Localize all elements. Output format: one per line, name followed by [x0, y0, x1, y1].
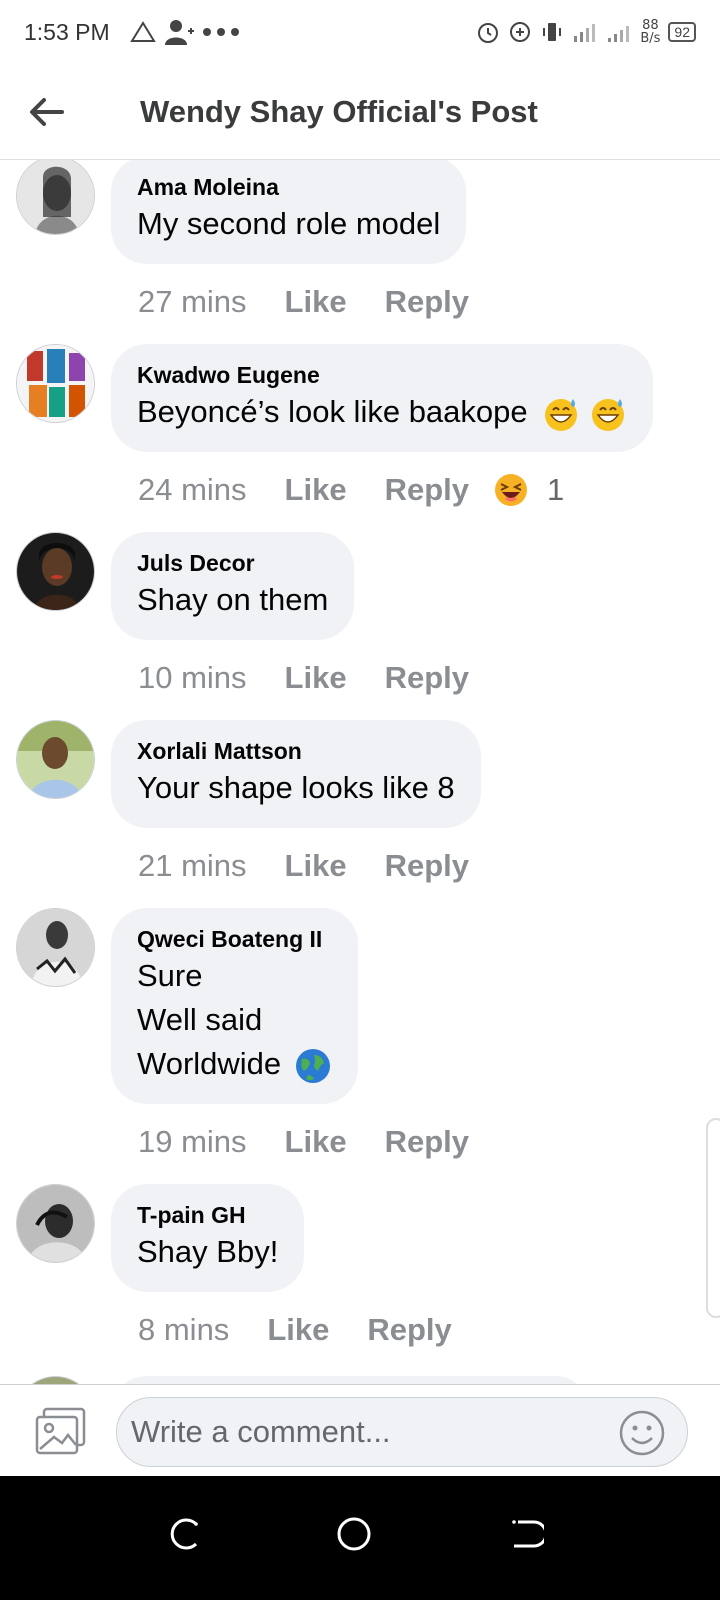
like-button[interactable]: Like [267, 1312, 329, 1348]
vibrate-icon [543, 23, 562, 41]
reply-button[interactable]: Reply [385, 472, 469, 508]
comment-composer [0, 1384, 720, 1476]
comment-bubble[interactable]: Xorlali Mattson Your shape looks like 8 [111, 720, 481, 828]
avatar[interactable] [16, 720, 95, 799]
haha-reaction-icon [495, 474, 527, 506]
comment-text: Sure [137, 958, 203, 993]
avatar[interactable] [16, 160, 95, 235]
comment-author[interactable]: T-pain GH [137, 1200, 278, 1230]
alert-triangle-icon [129, 21, 156, 42]
avatar[interactable] [16, 908, 95, 987]
comment-time[interactable]: 27 mins [138, 284, 247, 320]
network-speed-unit: B/s [640, 31, 661, 46]
photo-button[interactable] [34, 1407, 88, 1457]
back-button[interactable] [26, 92, 66, 132]
comment-text: Shay on them [137, 582, 329, 617]
back-arrow-icon [30, 98, 64, 126]
recents-icon [170, 1518, 198, 1550]
comment-text: Your shape looks like 8 [137, 770, 455, 805]
comment-meta: 10 mins Like Reply [138, 660, 507, 696]
grinning-sweat-emoji [591, 398, 624, 431]
reply-button[interactable]: Reply [385, 1124, 469, 1160]
reply-button[interactable]: Reply [385, 284, 469, 320]
comment-time[interactable]: 19 mins [138, 1124, 247, 1160]
page-title: Wendy Shay Official's Post [140, 94, 538, 129]
comment-author[interactable]: Qweci Boateng II [137, 924, 332, 954]
comment-bubble[interactable]: T-pain GH Shay Bby! [111, 1184, 305, 1292]
comment-author[interactable]: Ama Moleina [137, 172, 440, 202]
comment-time[interactable]: 8 mins [138, 1312, 229, 1348]
comment-meta: 27 mins Like Reply [138, 284, 507, 320]
comment-bubble[interactable]: Qweci Boateng II Sure Well said Worldwid… [111, 908, 358, 1104]
emoji-picker-icon [619, 1410, 665, 1456]
comment-meta: 8 mins Like Reply [138, 1312, 490, 1348]
data-saver-icon [510, 22, 531, 42]
more-dots-icon [202, 28, 239, 36]
emoji-button[interactable] [618, 1409, 666, 1457]
comment-bubble[interactable]: Kwadwo Eugene Beyoncé’s look like baakop… [111, 344, 653, 452]
system-nav-bar [0, 1476, 720, 1600]
comment-bubble[interactable]: Juls Decor Shay on them [111, 532, 355, 640]
status-time: 1:53 PM [24, 18, 110, 45]
like-button[interactable]: Like [285, 284, 347, 320]
scroll-handle[interactable] [706, 1118, 720, 1318]
system-back-button[interactable] [508, 1516, 548, 1556]
comment-author[interactable]: Kwadwo Eugene [137, 360, 627, 390]
comment-text-line: Beyoncé’s look like baakope [137, 390, 627, 434]
alarm-icon [478, 23, 499, 43]
photo-icon [35, 1407, 86, 1455]
comment-text: Well said [137, 1002, 263, 1037]
home-icon [337, 1517, 371, 1551]
comment-input[interactable] [116, 1397, 688, 1467]
signal-1-icon [574, 24, 596, 42]
comment-text: Shay Bby! [137, 1234, 279, 1269]
comment-time[interactable]: 24 mins [138, 472, 247, 508]
comment-meta: 19 mins Like Reply [138, 1124, 507, 1160]
avatar[interactable] [16, 532, 95, 611]
comment-text-line: Worldwide [137, 1042, 332, 1086]
home-button[interactable] [336, 1516, 376, 1556]
like-button[interactable]: Like [285, 1124, 347, 1160]
status-left-icons [129, 19, 240, 45]
reply-button[interactable]: Reply [367, 1312, 451, 1348]
reaction-summary[interactable]: 1 [493, 472, 564, 508]
grinning-sweat-emoji [545, 398, 578, 431]
comment-author[interactable]: Juls Decor [137, 548, 328, 578]
comment-text: Worldwide [137, 1046, 282, 1081]
back-icon [512, 1520, 548, 1548]
comments-list[interactable]: Ama Moleina My second role model 27 mins… [0, 160, 720, 1410]
comment-meta: 21 mins Like Reply [138, 848, 507, 884]
battery-level: 92 [668, 22, 696, 42]
status-bar: 1:53 PM 88 B/s 92 [0, 0, 720, 64]
comment-meta: 24 mins Like Reply 1 [138, 472, 564, 508]
comment-time[interactable]: 21 mins [138, 848, 247, 884]
comment-bubble[interactable]: Ama Moleina My second role model [111, 160, 467, 264]
globe-emoji [295, 1048, 330, 1083]
recents-button[interactable] [166, 1516, 206, 1556]
reply-button[interactable]: Reply [385, 660, 469, 696]
comment-text: My second role model [137, 206, 441, 241]
like-button[interactable]: Like [285, 660, 347, 696]
post-header: Wendy Shay Official's Post [0, 64, 720, 160]
add-person-icon [164, 20, 194, 45]
status-right-icons: 88 B/s 92 [476, 19, 696, 45]
avatar[interactable] [16, 344, 95, 423]
like-button[interactable]: Like [285, 848, 347, 884]
reply-button[interactable]: Reply [385, 848, 469, 884]
reaction-count: 1 [547, 472, 565, 507]
comment-time[interactable]: 10 mins [138, 660, 247, 696]
comment-text: Beyoncé’s look like baakope [137, 394, 528, 429]
comment-author[interactable]: Xorlali Mattson [137, 736, 455, 766]
network-speed: 88 B/s [640, 19, 660, 45]
avatar[interactable] [16, 1184, 95, 1263]
like-button[interactable]: Like [285, 472, 347, 508]
signal-2-icon [608, 26, 630, 42]
